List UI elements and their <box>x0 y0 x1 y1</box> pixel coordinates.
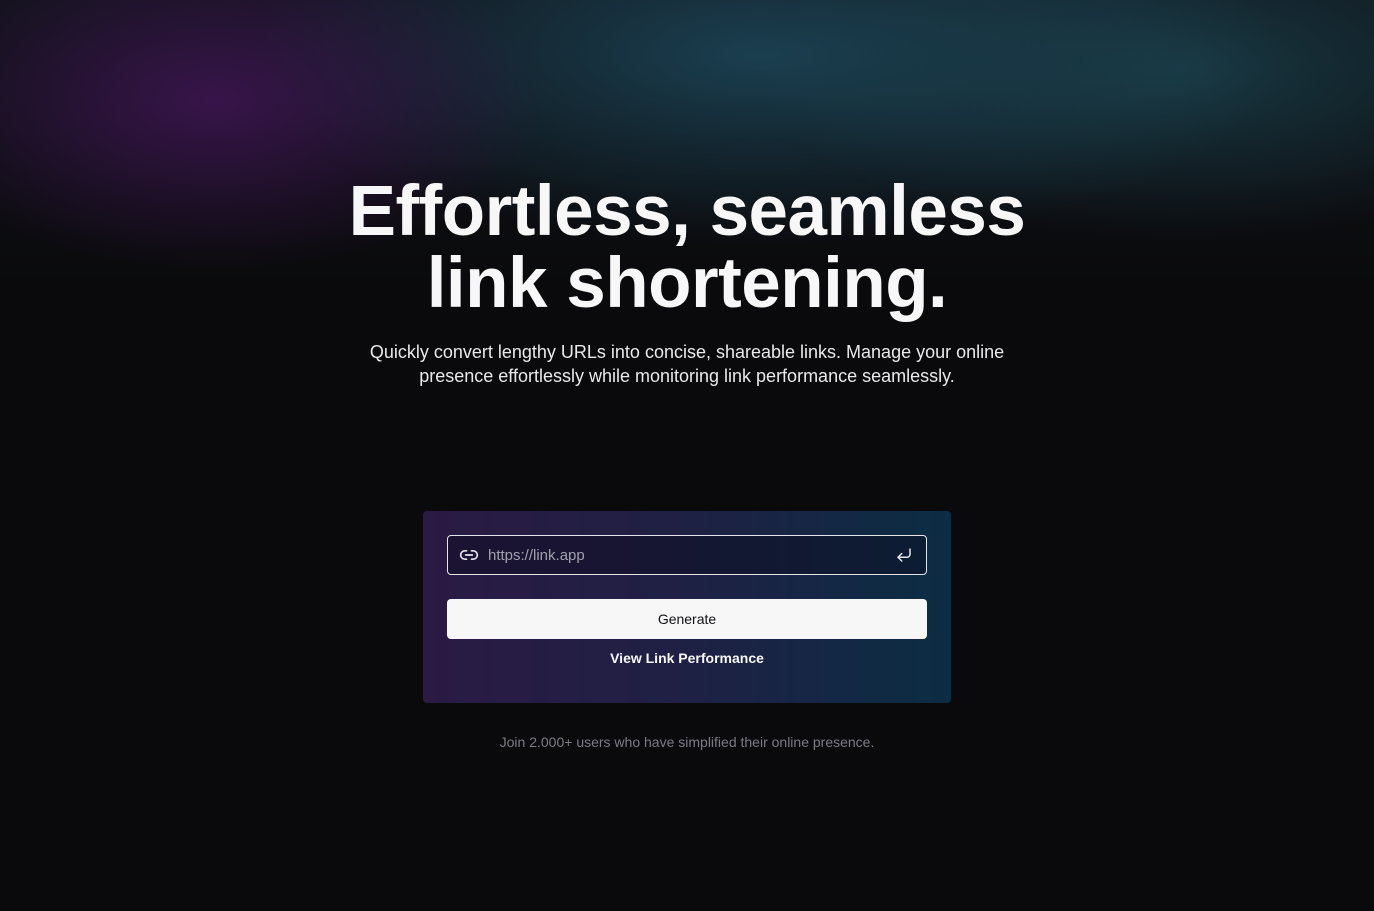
hero-section: Effortless, seamless link shortening. Qu… <box>0 176 1374 388</box>
background-glow <box>0 0 1374 911</box>
url-field[interactable] <box>447 535 927 575</box>
enter-return-icon[interactable] <box>894 545 914 565</box>
shorten-link-card: Generate View Link Performance <box>423 511 951 703</box>
url-input[interactable] <box>488 536 894 574</box>
headline-line-2: link shortening. <box>426 244 948 323</box>
page-title: Effortless, seamless link shortening. <box>0 176 1374 320</box>
landing-page: Effortless, seamless link shortening. Qu… <box>0 0 1374 911</box>
generate-button[interactable]: Generate <box>447 599 927 639</box>
social-proof-text: Join 2.000+ users who have simplified th… <box>499 734 875 750</box>
headline-line-1: Effortless, seamless <box>348 172 1026 251</box>
link-icon <box>459 545 479 565</box>
hero-subtitle: Quickly convert lengthy URLs into concis… <box>369 342 1005 386</box>
view-link-performance-link[interactable]: View Link Performance <box>423 650 951 666</box>
